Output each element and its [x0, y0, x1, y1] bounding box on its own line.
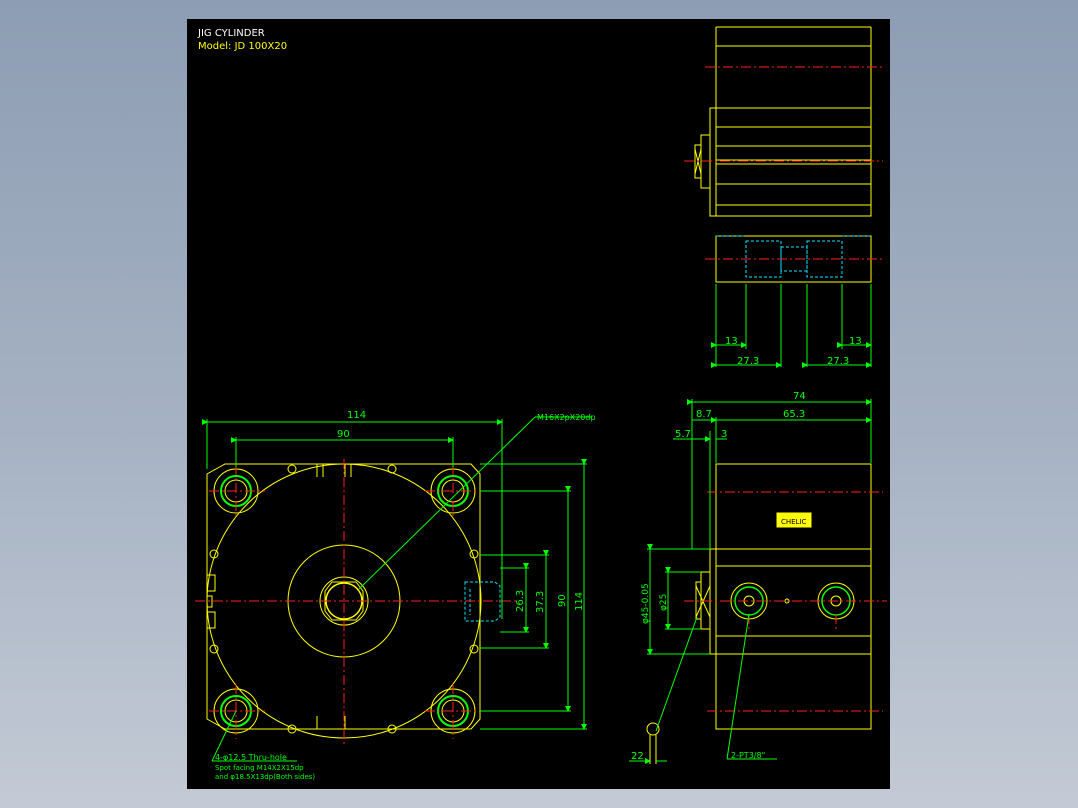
cad-drawing: JIG CYLINDER Model: JD 100X20 13 13 27.3…: [195, 26, 887, 781]
dim-phi25: φ25: [659, 594, 669, 611]
front-view: 114 90 114 90 37.3 26.3 M16X2pX20dp 4-φ1…: [195, 410, 596, 781]
rod-leader: [655, 616, 698, 732]
port-note: 2-PT3/8": [731, 751, 765, 760]
side-view-body: [646, 463, 872, 764]
top-view-cylinder-body: [694, 26, 872, 283]
front-view-dimensions: [202, 416, 592, 762]
dim-13-left: 13: [725, 336, 738, 347]
dim-27-3-right: 27.3: [827, 356, 849, 367]
dim-90-vertical: 90: [557, 594, 568, 607]
top-view-dimensions: [711, 284, 872, 368]
dim-114-vertical: 114: [574, 592, 585, 611]
front-view-centerlines: [195, 459, 517, 744]
top-view: 13 13 27.3 27.3: [684, 26, 883, 368]
drawing-sheet: JIG CYLINDER Model: JD 100X20 13 13 27.3…: [187, 19, 890, 789]
dim-65-3: 65.3: [783, 409, 805, 420]
dim-8-7: 8.7: [696, 409, 712, 420]
dim-3: 3: [721, 429, 727, 440]
dim-26-3: 26.3: [515, 590, 526, 612]
name-plate-label: CHELIC: [781, 518, 807, 526]
dim-phi45: φ45-0.05: [641, 583, 651, 624]
top-view-hidden-ports: [716, 235, 871, 278]
dim-74: 74: [793, 391, 806, 402]
hole-note-line-2: Spot facing M14X2X15dp: [215, 764, 304, 772]
thread-callout: M16X2pX20dp: [537, 413, 596, 422]
side-view: CHELIC 74 8.7 65.3 5.7 3 φ45-0.05 φ25 22…: [629, 391, 887, 764]
dim-13-right: 13: [849, 336, 862, 347]
model-label: Model: JD 100X20: [198, 41, 287, 52]
thread-leader: [358, 416, 536, 590]
dim-37-3: 37.3: [535, 591, 546, 613]
drawing-title: JIG CYLINDER: [197, 28, 265, 39]
hole-note-line-1: 4-φ12.5 Thru-hole: [215, 753, 287, 762]
hole-note-line-3: and φ18.5X13dp(Both sides): [215, 773, 315, 781]
side-view-dimensions: [629, 399, 872, 764]
dim-114-horizontal: 114: [347, 410, 366, 421]
dim-22: 22: [631, 751, 644, 762]
dim-5-7: 5.7: [675, 429, 691, 440]
dim-27-3-left: 27.3: [737, 356, 759, 367]
dim-90-horizontal: 90: [337, 429, 350, 440]
top-view-centerlines: [684, 66, 883, 327]
